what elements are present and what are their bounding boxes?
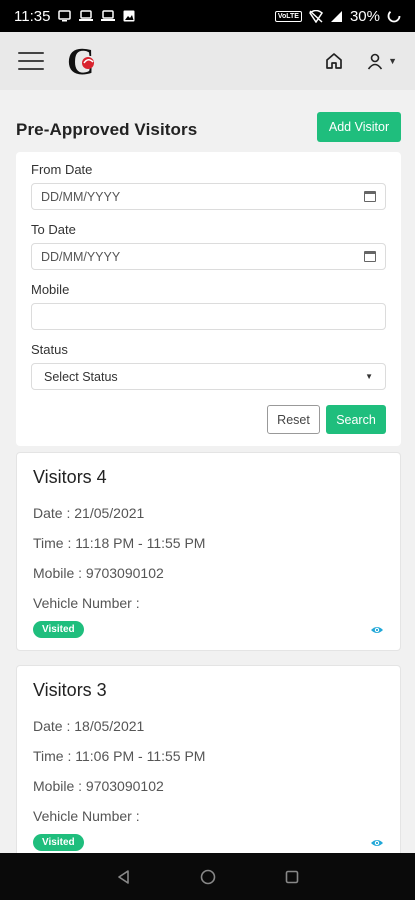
reset-button[interactable]: Reset	[267, 405, 320, 434]
add-visitor-button[interactable]: Add Visitor	[317, 112, 401, 142]
wifi-off-icon	[308, 9, 323, 23]
caret-down-icon: ▼	[388, 56, 397, 66]
calendar-icon[interactable]	[364, 191, 376, 202]
laptop-icon-2	[101, 10, 116, 21]
filter-form: From Date DD/MM/YYYY To Date DD/MM/YYYY …	[16, 152, 401, 446]
visitor-card[interactable]: Visitors 4 Date : 21/05/2021 Time : 11:1…	[16, 452, 401, 651]
from-date-input[interactable]: DD/MM/YYYY	[31, 183, 386, 210]
to-date-placeholder: DD/MM/YYYY	[41, 249, 121, 264]
laptop-icon	[79, 10, 94, 21]
user-menu[interactable]: ▼	[366, 52, 397, 70]
calendar-icon[interactable]	[364, 251, 376, 262]
eye-icon[interactable]	[370, 623, 384, 637]
visitor-title: Visitors 3	[33, 680, 107, 700]
from-date-label: From Date	[31, 162, 93, 177]
status-badge: Visited	[33, 834, 84, 851]
app-logo[interactable]: C	[66, 41, 102, 83]
app-bar: C ▼	[0, 32, 415, 90]
to-date-label: To Date	[31, 222, 76, 237]
visitor-date: Date : 18/05/2021	[33, 718, 145, 734]
filter-actions: Reset Search	[31, 405, 386, 434]
status-time: 11:35	[14, 7, 51, 25]
volte-icon: VoLTE	[274, 10, 302, 22]
back-icon[interactable]	[114, 867, 134, 887]
notification-icon	[58, 10, 72, 22]
status-badge: Visited	[33, 621, 84, 638]
status-label: Status	[31, 342, 68, 357]
visitor-card[interactable]: Visitors 3 Date : 18/05/2021 Time : 11:0…	[16, 665, 401, 853]
eye-icon[interactable]	[370, 836, 384, 850]
visitor-mobile: Mobile : 9703090102	[33, 565, 164, 581]
visitor-title: Visitors 4	[33, 467, 107, 487]
image-icon	[123, 10, 135, 22]
battery-icon	[387, 9, 401, 23]
status-select[interactable]: Select Status ▼	[31, 363, 386, 390]
battery-percent: 30%	[349, 7, 380, 25]
page-title: Pre-Approved Visitors	[16, 120, 198, 139]
hamburger-icon[interactable]	[18, 52, 44, 70]
recents-icon[interactable]	[282, 867, 302, 887]
from-date-placeholder: DD/MM/YYYY	[41, 189, 121, 204]
visitor-date: Date : 21/05/2021	[33, 505, 145, 521]
search-button[interactable]: Search	[326, 405, 386, 434]
user-icon	[367, 53, 383, 70]
visitor-mobile: Mobile : 9703090102	[33, 778, 164, 794]
visitor-time: Time : 11:18 PM - 11:55 PM	[33, 535, 206, 551]
home-icon[interactable]	[324, 51, 344, 71]
to-date-input[interactable]: DD/MM/YYYY	[31, 243, 386, 270]
visitor-vehicle: Vehicle Number :	[33, 808, 140, 824]
system-nav-bar	[0, 853, 415, 900]
home-nav-icon[interactable]	[198, 867, 218, 887]
status-selected: Select Status	[44, 369, 118, 384]
visitor-time: Time : 11:06 PM - 11:55 PM	[33, 748, 206, 764]
chevron-down-icon: ▼	[365, 372, 373, 381]
status-bar: 11:35 VoLTE 30%	[0, 0, 415, 32]
mobile-input[interactable]	[31, 303, 386, 330]
page-header: Pre-Approved Visitors Add Visitor	[0, 90, 415, 148]
signal-icon	[330, 10, 342, 22]
visitor-vehicle: Vehicle Number :	[33, 595, 140, 611]
mobile-label: Mobile	[31, 282, 70, 297]
main-content: Pre-Approved Visitors Add Visitor From D…	[0, 90, 415, 853]
